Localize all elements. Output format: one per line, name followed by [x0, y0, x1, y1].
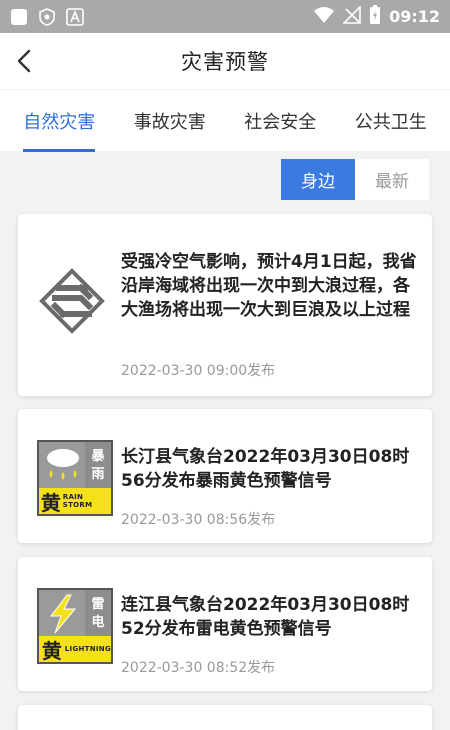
- tab-natural-disaster[interactable]: 自然灾害: [23, 90, 96, 152]
- no-signal-icon: [342, 4, 361, 28]
- badge-char: 雨: [91, 467, 105, 482]
- latest-button[interactable]: 最新: [355, 159, 429, 200]
- warning-card[interactable]: 暴雨 黄 RAIN STORM 长汀县气象台2022年03月30日08时56分发布…: [18, 409, 432, 543]
- publish-time: 2022-03-30 08:52发布: [121, 660, 276, 676]
- font-a-icon: [66, 7, 84, 26]
- chevron-left-icon: [17, 49, 31, 73]
- app-notification-icon: [10, 8, 28, 26]
- sort-filter: 身边 最新: [281, 159, 429, 200]
- wifi-icon: [313, 6, 335, 28]
- status-time: 09:12: [389, 7, 440, 26]
- publish-time: 2022-03-30 09:00发布: [121, 363, 276, 379]
- badge-char: 暴: [91, 449, 105, 464]
- warning-card[interactable]: 雷电 黄 LIGHTNING 连江县气象台2022年03月30日08时52分发布雷…: [18, 557, 432, 691]
- back-button[interactable]: [8, 45, 40, 77]
- badge-english: RAIN STORM: [62, 493, 93, 509]
- badge-level: 黄: [41, 638, 62, 663]
- warning-text: 长汀县气象台2022年03月30日08时56分发布暴雨黄色预警信号: [121, 447, 410, 491]
- nearby-button[interactable]: 身边: [281, 159, 355, 200]
- status-bar: 09:12: [0, 0, 450, 33]
- page-title: 灾害预警: [181, 50, 269, 74]
- thunder-yellow-warning-icon: 雷电 黄 LIGHTNING: [37, 588, 113, 664]
- badge-english: LIGHTNING: [64, 645, 111, 653]
- header: 灾害预警: [0, 33, 450, 89]
- warning-text: 连江县气象台2022年03月30日08时52分发布雷电黄色预警信号: [121, 595, 410, 639]
- category-tabs: 自然灾害 事故灾害 社会安全 公共卫生: [0, 89, 450, 152]
- warning-card[interactable]: [18, 705, 432, 730]
- publish-time: 2022-03-30 08:56发布: [121, 512, 276, 528]
- ocean-bureau-logo-icon: [37, 266, 107, 340]
- tab-social-security[interactable]: 社会安全: [244, 90, 316, 152]
- shield-icon: [38, 7, 56, 26]
- tab-public-health[interactable]: 公共卫生: [355, 90, 427, 152]
- warning-card[interactable]: 受强冷空气影响，预计4月1日起，我省沿岸海域将出现一次中到大浪过程，各大渔场将出…: [18, 214, 432, 396]
- badge-char: 电: [91, 615, 105, 630]
- battery-charging-icon: [369, 4, 381, 29]
- rainstorm-yellow-warning-icon: 暴雨 黄 RAIN STORM: [37, 440, 113, 516]
- badge-char: 雷: [91, 597, 105, 612]
- warning-text: 受强冷空气影响，预计4月1日起，我省沿岸海域将出现一次中到大浪过程，各大渔场将出…: [121, 252, 417, 320]
- badge-level: 黄: [40, 490, 61, 515]
- tab-accident-disaster[interactable]: 事故灾害: [134, 90, 206, 152]
